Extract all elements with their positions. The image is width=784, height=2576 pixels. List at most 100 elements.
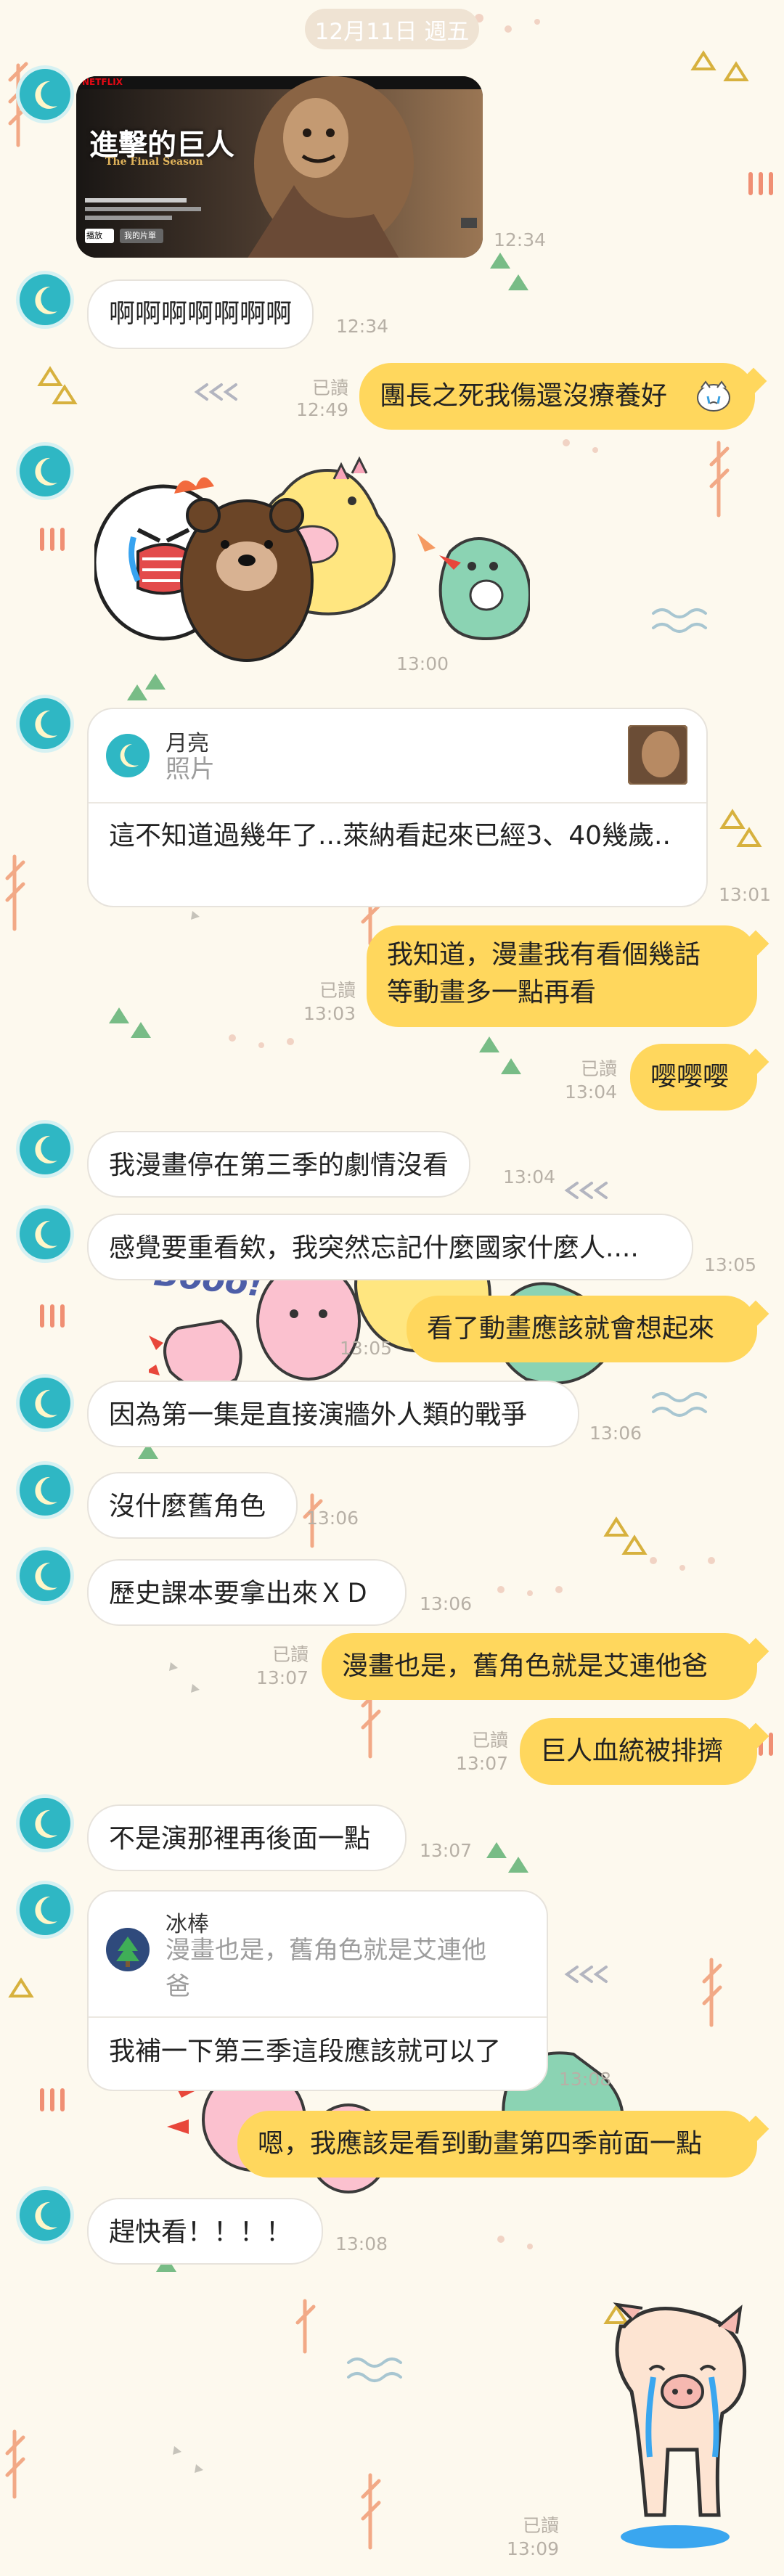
- tree-avatar-icon: [106, 1928, 150, 1971]
- avatar[interactable]: [20, 1124, 70, 1174]
- message-bubble[interactable]: 嘤嘤嘤: [630, 1044, 757, 1111]
- avatar[interactable]: [20, 446, 70, 496]
- message-text: 趕快看！！！！: [109, 2217, 293, 2247]
- timestamp: 13:01: [719, 884, 772, 905]
- timestamp: 13:09: [506, 2538, 559, 2559]
- quoted-text: 爸: [166, 1972, 190, 2001]
- message-bubble[interactable]: 啊啊啊啊啊啊啊: [87, 279, 314, 349]
- avatar[interactable]: [20, 2190, 70, 2241]
- timestamp: 13:06: [589, 1423, 642, 1444]
- photo-thumbnail: [628, 725, 687, 785]
- quoted-text: 照片: [166, 755, 215, 784]
- timestamp: 13:06: [420, 1593, 473, 1614]
- message-bubble[interactable]: 歷史課本要拿出來ＸＤ: [87, 1559, 407, 1626]
- message-bubble[interactable]: 看了動畫應該就會想起來: [407, 1296, 757, 1362]
- read-receipt: 已讀: [471, 1730, 508, 1751]
- reply-message[interactable]: 月亮 照片 這不知道過幾年了...萊納看起來已經3、40幾歲..: [87, 708, 708, 907]
- moon-icon: [35, 81, 57, 109]
- avatar[interactable]: [20, 1884, 70, 1935]
- moon-icon: [35, 1562, 57, 1590]
- timestamp: 13:04: [503, 1166, 556, 1187]
- timestamp: 13:08: [559, 2069, 612, 2090]
- avatar[interactable]: [20, 1378, 70, 1428]
- moon-avatar-icon: [106, 734, 150, 777]
- message-text: 看了動畫應該就會想起來: [427, 1314, 715, 1344]
- sticker-crying-characters[interactable]: [94, 428, 530, 675]
- message-bubble[interactable]: 因為第一集是直接演牆外人類的戰爭: [87, 1381, 579, 1447]
- moon-icon: [35, 1135, 57, 1164]
- moon-icon: [35, 710, 57, 738]
- read-receipt: 已讀: [271, 1644, 309, 1665]
- reply-message[interactable]: 冰棒 漫畫也是，舊角色就是艾連他 爸 我補一下第三季這段應該就可以了: [87, 1890, 548, 2091]
- message-bubble[interactable]: 嗯，我應該是看到動畫第四季前面一點: [237, 2111, 757, 2178]
- timestamp: 13:07: [256, 1667, 309, 1688]
- read-receipt: 已讀: [311, 377, 348, 398]
- timestamp: 13:08: [335, 2233, 388, 2254]
- moon-icon: [35, 1389, 57, 1418]
- quoted-message[interactable]: 冰棒 漫畫也是，舊角色就是艾連他 爸: [89, 1892, 547, 2018]
- timestamp: 12:49: [295, 399, 348, 420]
- avatar[interactable]: [20, 1798, 70, 1849]
- message-text: 我補一下第三季這段應該就可以了: [109, 2037, 502, 2066]
- moon-icon: [35, 286, 57, 314]
- avatar[interactable]: [20, 698, 70, 749]
- timestamp: 13:07: [420, 1840, 473, 1861]
- moon-icon: [35, 2201, 57, 2230]
- moon-icon: [35, 1220, 57, 1248]
- avatar[interactable]: [20, 69, 70, 120]
- message-bubble[interactable]: 沒什麼舊角色: [87, 1472, 298, 1539]
- netflix-logo: NETFLIX: [82, 77, 123, 87]
- message-text: 不是演那裡再後面一點: [109, 1824, 371, 1854]
- message-text: 團長之死我傷還沒療養好: [380, 381, 668, 411]
- avatar[interactable]: [20, 274, 70, 325]
- message-text: 等動畫多一點再看: [387, 978, 597, 1007]
- message-text: 因為第一集是直接演牆外人類的戰爭: [109, 1400, 528, 1430]
- sticker-crying-pig[interactable]: [581, 2297, 762, 2559]
- anime-subtitle: The Final Season: [105, 156, 203, 168]
- message-text: 嗯，我應該是看到動畫第四季前面一點: [258, 2129, 703, 2159]
- message-text: 漫畫也是，舊角色就是艾連他爸: [342, 1651, 709, 1681]
- message-bubble[interactable]: 巨人血統被排擠: [520, 1718, 757, 1785]
- avatar[interactable]: [20, 1550, 70, 1601]
- message-text: 巨人血統被排擠: [540, 1736, 724, 1766]
- message-bubble[interactable]: 趕快看！！！！: [87, 2198, 323, 2265]
- quoted-text: 漫畫也是，舊角色就是艾連他: [166, 1936, 486, 1965]
- message-text: 我知道，漫畫我有看個幾話: [387, 940, 701, 970]
- timestamp: 13:04: [564, 1081, 617, 1103]
- message-text: 感覺要重看欸，我突然忘記什麼國家什麼人....: [109, 1233, 639, 1263]
- message-text: 歷史課本要拿出來ＸＤ: [109, 1579, 371, 1608]
- message-bubble[interactable]: 團長之死我傷還沒療養好: [359, 363, 755, 430]
- timestamp: 12:34: [494, 229, 547, 250]
- message-text: 嘤嘤嘤: [650, 1062, 730, 1092]
- date-header: 12月11日 週五: [305, 9, 479, 49]
- message-text: 沒什麼舊角色: [109, 1492, 266, 1521]
- avatar[interactable]: [20, 1209, 70, 1259]
- message-text: 我漫畫停在第三季的劇情沒看: [109, 1150, 449, 1180]
- timestamp: 13:03: [303, 1003, 356, 1024]
- my-list-button: 我的片單: [124, 231, 156, 240]
- read-receipt: 已讀: [319, 980, 356, 1001]
- message-text: 這不知道過幾年了...萊納看起來已經3、40幾歲..: [109, 821, 671, 851]
- media-thumbnail[interactable]: NETFLIX 進擊的巨人 The Final Season 播放 我的片單: [76, 76, 483, 258]
- timestamp: 13:00: [396, 653, 449, 674]
- message-bubble[interactable]: 漫畫也是，舊角色就是艾連他爸: [322, 1633, 757, 1700]
- read-receipt: 已讀: [580, 1058, 617, 1079]
- quoted-message[interactable]: 月亮 照片: [89, 709, 706, 804]
- message-bubble[interactable]: 感覺要重看欸，我突然忘記什麼國家什麼人....: [87, 1214, 693, 1280]
- message-bubble[interactable]: 我漫畫停在第三季的劇情沒看: [87, 1131, 471, 1198]
- message-text: 啊啊啊啊啊啊啊: [109, 299, 293, 329]
- play-button: 播放: [86, 231, 102, 240]
- timestamp: 13:05: [339, 1338, 392, 1359]
- moon-icon: [35, 1810, 57, 1838]
- timestamp: 13:07: [455, 1753, 508, 1774]
- moon-icon: [35, 457, 57, 486]
- message-bubble[interactable]: 不是演那裡再後面一點: [87, 1804, 407, 1871]
- message-bubble[interactable]: 我知道，漫畫我有看個幾話 等動畫多一點再看: [367, 925, 757, 1027]
- moon-icon: [35, 1896, 57, 1924]
- timestamp: 12:34: [336, 316, 389, 337]
- moon-icon: [35, 1476, 57, 1505]
- timestamp: 13:05: [704, 1254, 757, 1275]
- timestamp: 13:06: [306, 1508, 359, 1529]
- avatar[interactable]: [20, 1465, 70, 1516]
- read-receipt: 已讀: [522, 2515, 559, 2536]
